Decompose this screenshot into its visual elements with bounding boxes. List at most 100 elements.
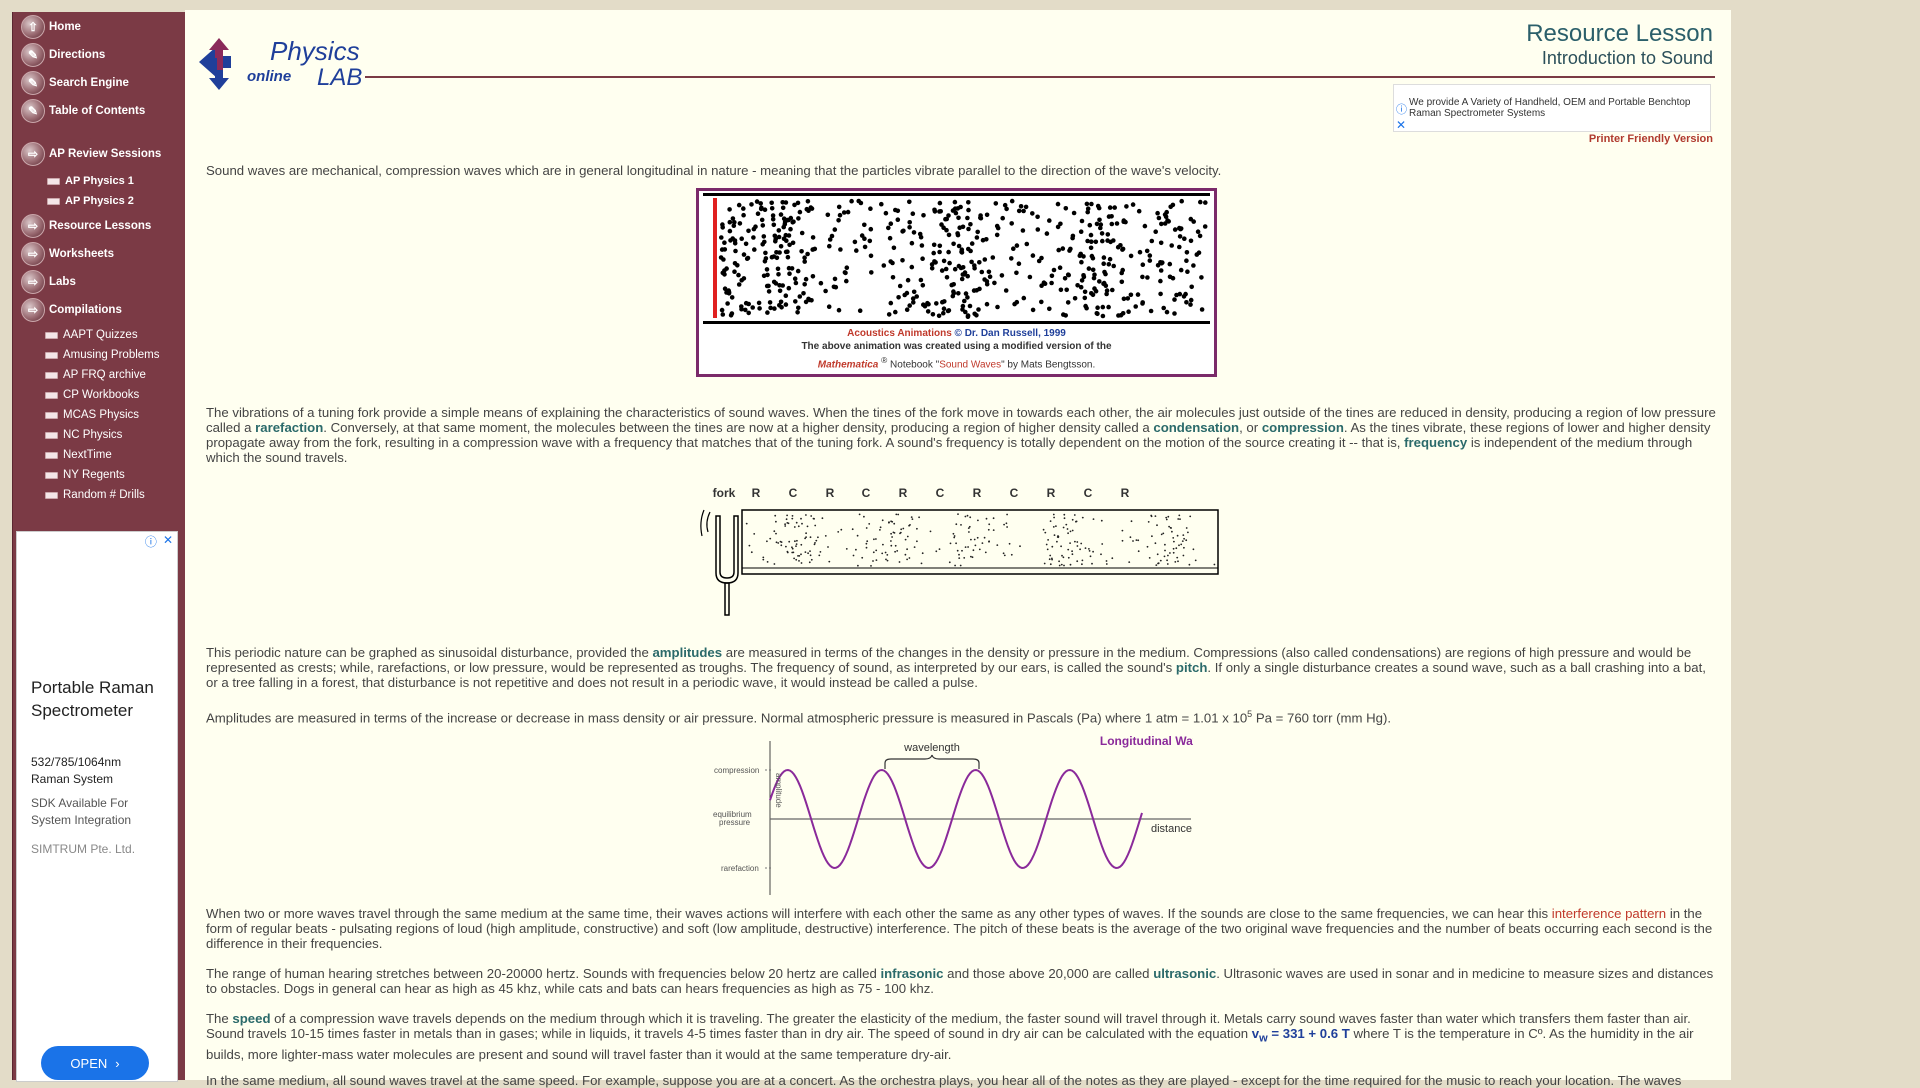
molecule-dot bbox=[988, 540, 990, 543]
molecule-dot bbox=[1049, 563, 1052, 566]
nav-search-engine[interactable]: ✎ Search Engine bbox=[21, 71, 129, 95]
info-icon[interactable]: ⓘ bbox=[1396, 101, 1407, 117]
info-icon[interactable]: ⓘ bbox=[145, 533, 157, 550]
molecule-dot bbox=[966, 514, 969, 517]
air-particle bbox=[1118, 312, 1124, 318]
nav-table-of-contents[interactable]: ✎ Table of Contents bbox=[21, 99, 145, 123]
air-particle bbox=[1188, 302, 1193, 307]
air-particle bbox=[1149, 238, 1155, 244]
air-particle bbox=[887, 235, 893, 241]
air-particle bbox=[1158, 268, 1164, 273]
air-particle bbox=[1075, 283, 1080, 288]
air-particle bbox=[719, 235, 724, 240]
air-particle bbox=[1167, 261, 1173, 267]
air-particle bbox=[966, 226, 971, 232]
molecule-dot bbox=[1074, 540, 1076, 543]
air-particle bbox=[1035, 227, 1041, 232]
air-particle bbox=[1021, 208, 1026, 214]
sub-nexttime[interactable]: NextTime bbox=[45, 446, 112, 464]
close-icon[interactable]: ✕ bbox=[163, 533, 173, 550]
molecule-dot bbox=[852, 554, 855, 557]
molecule-dot bbox=[786, 550, 789, 553]
sub-cp-workbooks[interactable]: CP Workbooks bbox=[45, 386, 139, 404]
molecule-dot bbox=[1130, 520, 1133, 523]
molecule-dot bbox=[817, 536, 819, 539]
printer-friendly-link[interactable]: Printer Friendly Version bbox=[1589, 133, 1713, 145]
molecule-dot bbox=[795, 543, 798, 545]
molecule-dot bbox=[963, 557, 966, 559]
sub-mcas-physics[interactable]: MCAS Physics bbox=[45, 406, 139, 424]
molecule-dot bbox=[775, 532, 777, 535]
air-particle bbox=[993, 201, 999, 206]
molecule-dot bbox=[910, 516, 913, 518]
air-particle bbox=[746, 301, 751, 307]
nav-labs[interactable]: ⇨ Labs bbox=[21, 270, 76, 294]
air-particle bbox=[859, 233, 865, 238]
acoustics-animations-link[interactable]: Acoustics Animations bbox=[847, 328, 952, 339]
air-particle bbox=[907, 303, 912, 308]
air-particle bbox=[918, 277, 924, 283]
air-particle bbox=[782, 221, 788, 227]
air-particle bbox=[932, 207, 937, 213]
top-advertisement[interactable]: ⓘ ✕ We provide A Variety of Handheld, OE… bbox=[1393, 84, 1711, 132]
molecule-dot bbox=[964, 546, 967, 548]
air-particle bbox=[1085, 238, 1090, 244]
sub-label: Amusing Problems bbox=[63, 349, 160, 361]
bullet-icon bbox=[47, 177, 60, 185]
close-icon[interactable]: ✕ bbox=[1396, 118, 1406, 132]
molecule-dot bbox=[904, 538, 907, 541]
air-particle bbox=[852, 239, 858, 245]
air-particle bbox=[999, 273, 1005, 278]
molecule-dot bbox=[913, 546, 916, 548]
air-particle bbox=[937, 200, 943, 206]
sub-ny-regents[interactable]: NY Regents bbox=[45, 466, 125, 484]
sub-ap-physics-1[interactable]: AP Physics 1 bbox=[47, 172, 134, 190]
sub-label: Random # Drills bbox=[63, 489, 145, 501]
molecule-dot bbox=[824, 535, 827, 537]
nav-directions[interactable]: ✎ Directions bbox=[21, 43, 105, 67]
air-particle bbox=[1153, 229, 1158, 234]
air-particle bbox=[952, 266, 958, 272]
sub-aapt-quizzes[interactable]: AAPT Quizzes bbox=[45, 326, 138, 344]
keyword-rarefaction: rarefaction bbox=[255, 420, 324, 435]
mathematica-link[interactable]: Mathematica bbox=[818, 359, 879, 370]
air-particle bbox=[1095, 311, 1100, 317]
nav-home[interactable]: ⇧ Home bbox=[21, 15, 81, 39]
molecule-dot bbox=[1046, 548, 1049, 551]
air-particle bbox=[977, 260, 982, 265]
side-advertisement[interactable]: ⓘ ✕ Portable Raman Spectrometer 532/785/… bbox=[16, 531, 178, 1082]
sub-ap-physics-2[interactable]: AP Physics 2 bbox=[47, 192, 134, 210]
molecule-dot bbox=[968, 531, 970, 533]
molecule-dot bbox=[805, 536, 807, 538]
sub-nc-physics[interactable]: NC Physics bbox=[45, 426, 122, 444]
molecule-dot bbox=[1121, 539, 1124, 542]
nav-ap-review-sessions[interactable]: ⇨ AP Review Sessions bbox=[21, 142, 161, 166]
molecule-dot bbox=[837, 531, 840, 533]
nav-compilations[interactable]: ⇨ Compilations bbox=[21, 298, 122, 322]
molecule-dot bbox=[904, 553, 907, 556]
molecule-dot bbox=[1047, 539, 1049, 541]
sub-amusing-problems[interactable]: Amusing Problems bbox=[45, 346, 160, 364]
speed-paragraph: The speed of a compression wave travels … bbox=[206, 1011, 1716, 1062]
air-particle bbox=[1106, 304, 1111, 310]
molecule-dot bbox=[1088, 550, 1091, 552]
molecule-dot bbox=[780, 541, 783, 543]
ad-choices[interactable]: ⓘ ✕ bbox=[140, 532, 177, 551]
air-particle bbox=[857, 308, 863, 313]
interference-pattern-link[interactable]: interference pattern bbox=[1552, 906, 1666, 921]
nav-worksheets[interactable]: ⇨ Worksheets bbox=[21, 242, 114, 266]
sub-random-drills[interactable]: Random # Drills bbox=[45, 486, 145, 504]
air-particle bbox=[849, 198, 854, 204]
ad-company: SIMTRUM Pte. Ltd. bbox=[31, 842, 136, 856]
nav-resource-lessons[interactable]: ⇨ Resource Lessons bbox=[21, 214, 151, 238]
site-logo[interactable]: Physics online LAB bbox=[195, 24, 375, 94]
molecule-dot bbox=[784, 523, 786, 526]
air-particle bbox=[921, 213, 926, 218]
air-particle bbox=[732, 220, 737, 225]
ad-open-button[interactable]: OPEN › bbox=[41, 1046, 149, 1080]
sound-waves-link[interactable]: Sound Waves bbox=[939, 359, 1001, 370]
molecule-dot bbox=[958, 557, 961, 559]
air-particle bbox=[772, 306, 777, 311]
molecule-dot bbox=[1162, 532, 1165, 535]
sub-ap-frq-archive[interactable]: AP FRQ archive bbox=[45, 366, 146, 384]
